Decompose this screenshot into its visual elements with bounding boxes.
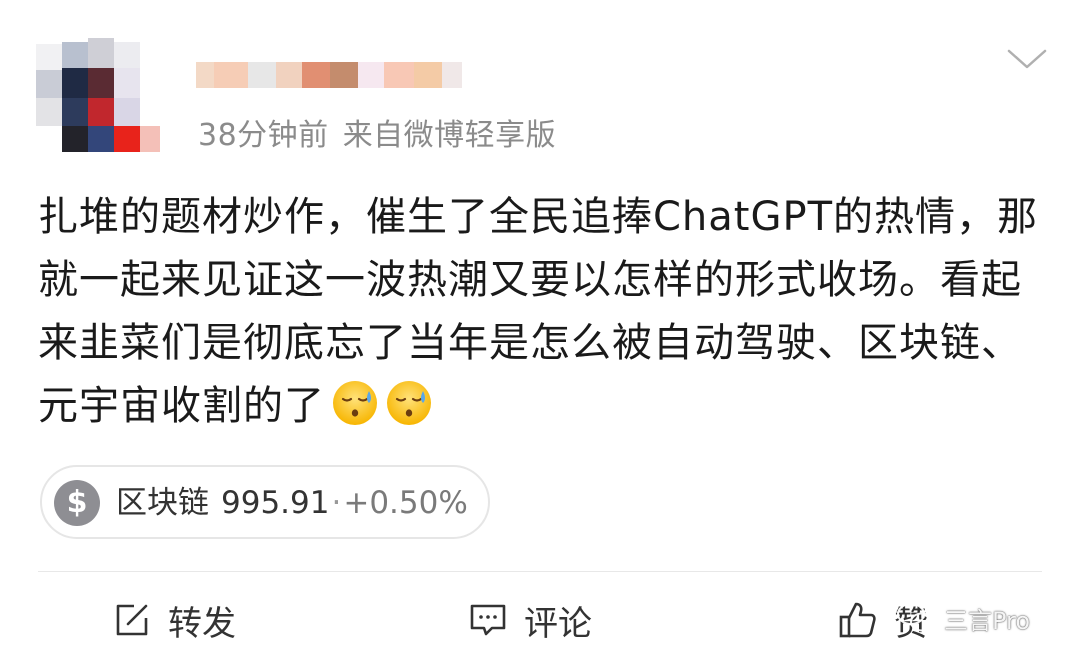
post-body: 扎堆的题材炒作，催生了全民追捧ChatGPT的热情，那就一起来见证这一波热潮又要… — [38, 186, 1048, 438]
post-meta: 38分钟前 来自微博轻享版 — [198, 110, 556, 154]
repost-label: 转发 — [168, 603, 236, 644]
stock-chip-label: 区块链 995.91·+0.50% — [116, 483, 468, 523]
repost-button[interactable]: 转发 — [112, 596, 236, 644]
stock-price: 995.91 — [221, 485, 330, 521]
dollar-coin-icon: $ — [54, 480, 100, 526]
wechat-icon — [897, 603, 934, 632]
stock-separator: · — [331, 485, 342, 521]
stock-change: +0.50% — [343, 485, 468, 521]
comment-button[interactable]: 评论 — [468, 596, 592, 644]
sweat-face-icon — [331, 379, 379, 427]
repost-icon — [116, 604, 148, 636]
watermark: 三言Pro — [896, 596, 1030, 640]
avatar[interactable] — [36, 34, 164, 154]
chevron-down-icon[interactable] — [1005, 43, 1049, 73]
comment-label: 评论 — [524, 603, 592, 644]
stock-chip[interactable]: $ 区块链 995.91·+0.50% — [40, 465, 490, 539]
thumbs-up-icon — [839, 602, 876, 638]
stock-name: 区块链 — [116, 485, 209, 521]
post-source[interactable]: 来自微博轻享版 — [343, 118, 557, 153]
comment-icon — [470, 604, 506, 636]
sweat-face-icon — [385, 379, 433, 427]
post-time: 38分钟前 — [198, 118, 329, 153]
post-body-text: 扎堆的题材炒作，催生了全民追捧ChatGPT的热情，那就一起来见证这一波热潮又要… — [38, 194, 1039, 429]
divider — [38, 571, 1042, 572]
watermark-text: 三言Pro — [944, 606, 1031, 635]
username-blurred[interactable] — [196, 50, 464, 100]
